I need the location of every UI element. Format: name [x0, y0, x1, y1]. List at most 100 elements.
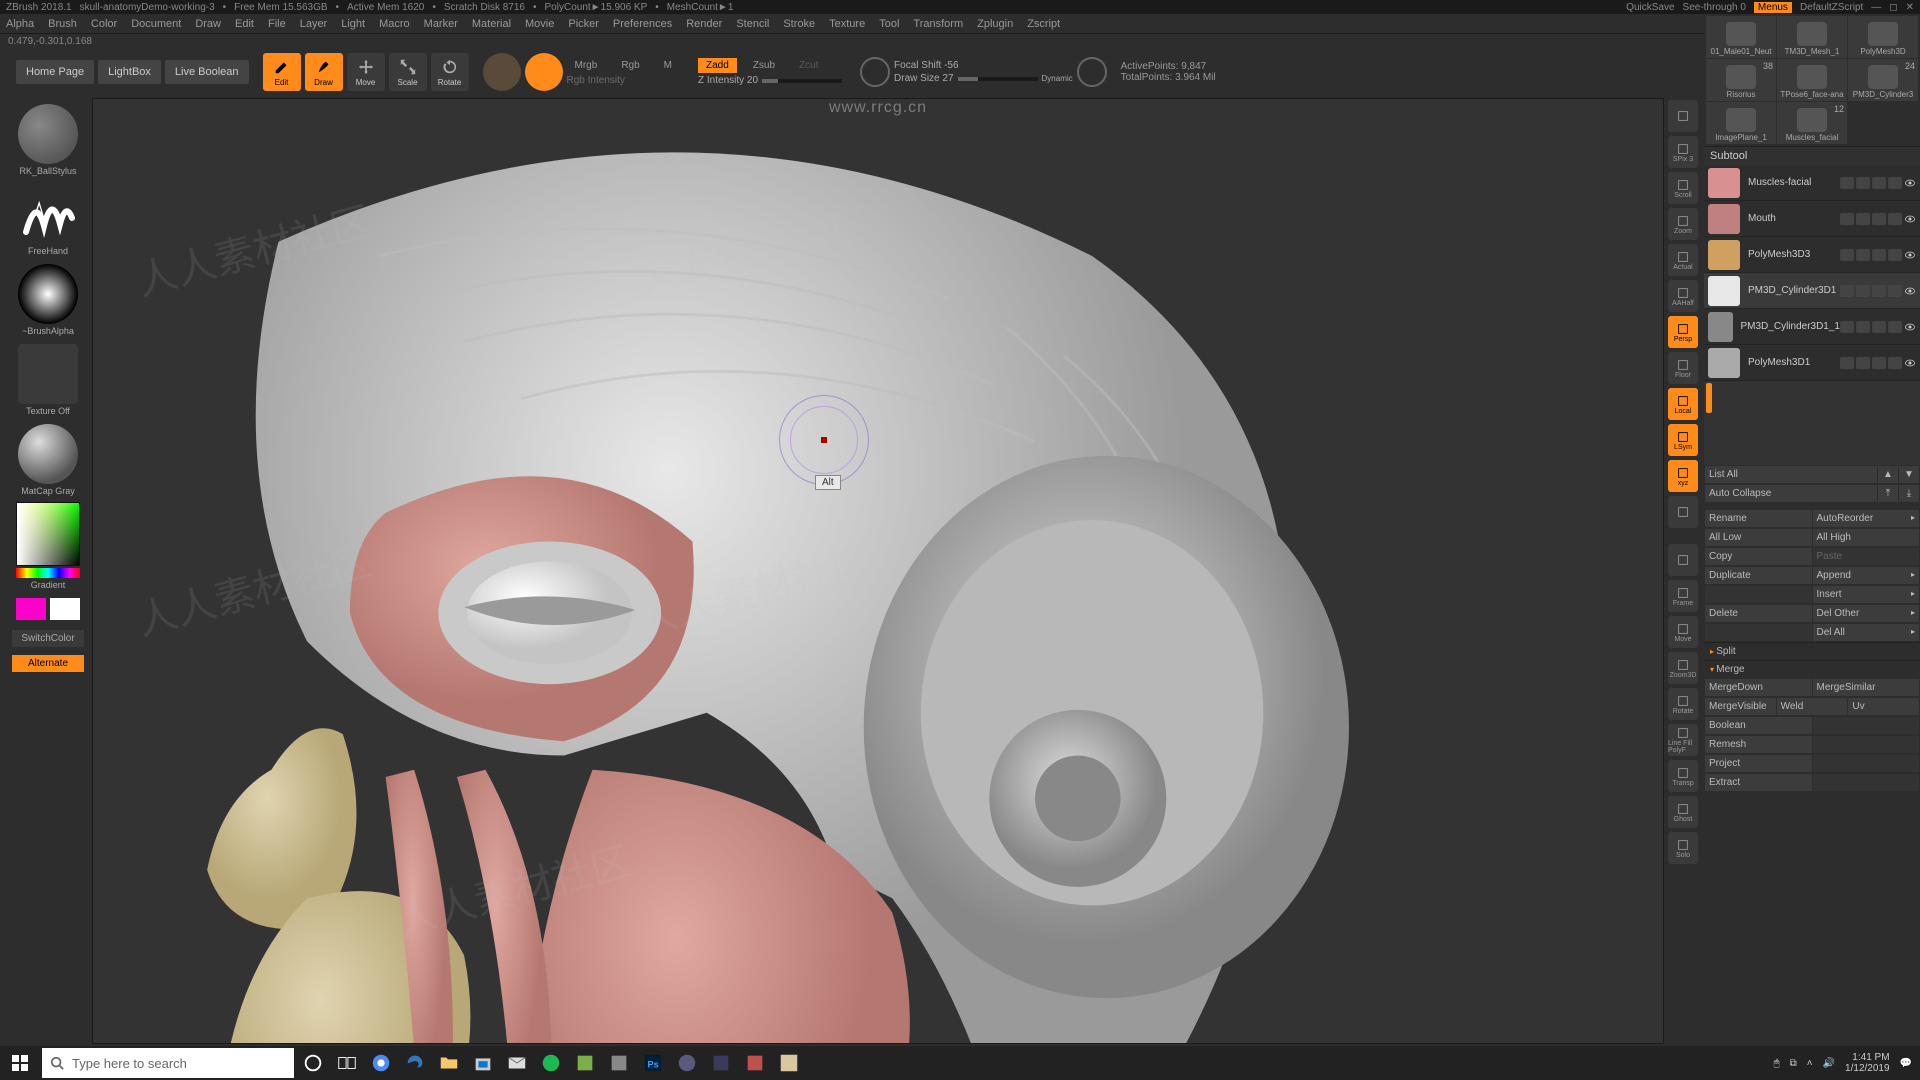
zsub-toggle[interactable]: Zsub	[745, 58, 783, 73]
focal-dial[interactable]	[860, 57, 890, 87]
rgb-toggle[interactable]: Rgb	[613, 58, 647, 73]
taskbar-app3-icon[interactable]	[670, 1046, 704, 1080]
focal-shift-label[interactable]: Focal Shift -56	[894, 60, 1073, 71]
taskbar-spotify-icon[interactable]	[534, 1046, 568, 1080]
mode-draw[interactable]: Draw	[305, 53, 343, 91]
texture-slot[interactable]: Texture Off	[12, 340, 84, 416]
taskbar-app5-icon[interactable]	[738, 1046, 772, 1080]
taskbar-app1-icon[interactable]	[568, 1046, 602, 1080]
rt-btn-Rotate[interactable]: Rotate	[1668, 688, 1698, 720]
z-intensity-slider[interactable]	[762, 79, 842, 83]
material-preview[interactable]	[483, 53, 521, 91]
tray-clock[interactable]: 1:41 PM 1/12/2019	[1845, 1052, 1890, 1074]
panel-Del Other-button[interactable]: Del Other▸	[1813, 605, 1920, 622]
tab-lightbox[interactable]: LightBox	[98, 60, 161, 84]
menu-zscript[interactable]: Zscript	[1027, 18, 1060, 30]
taskbar-mail-icon[interactable]	[500, 1046, 534, 1080]
merge-section[interactable]: Merge	[1704, 660, 1920, 678]
taskview-icon[interactable]	[330, 1046, 364, 1080]
tray-volume-icon[interactable]: 🔊	[1823, 1058, 1835, 1069]
rt-btn-xyz[interactable]: xyz	[1668, 460, 1698, 492]
window-close-icon[interactable]: ✕	[1906, 2, 1914, 13]
taskbar-app2-icon[interactable]	[602, 1046, 636, 1080]
rt-btn-Transp[interactable]: Transp	[1668, 760, 1698, 792]
stroke-slot[interactable]: FreeHand	[12, 180, 84, 256]
rt-btn-Solo[interactable]: Solo	[1668, 832, 1698, 864]
menus-toggle[interactable]: Menus	[1754, 2, 1792, 13]
subtool-item[interactable]: PM3D_Cylinder3D1	[1704, 273, 1920, 309]
menu-draw[interactable]: Draw	[195, 18, 221, 30]
z-intensity-label[interactable]: Z Intensity 20	[698, 75, 758, 86]
material-preview-active[interactable]	[525, 53, 563, 91]
tool-thumb[interactable]: 12Muscles_facial	[1777, 102, 1847, 144]
alpha-slot[interactable]: ~BrushAlpha	[12, 260, 84, 336]
rt-btn-0[interactable]	[1668, 100, 1698, 132]
panel-Boolean-button[interactable]: Boolean	[1705, 717, 1812, 734]
panel-Del All-button[interactable]: Del All▸	[1813, 624, 1920, 641]
tray-network-icon[interactable]: ⧉	[1790, 1058, 1797, 1069]
menu-edit[interactable]: Edit	[235, 18, 254, 30]
menu-preferences[interactable]: Preferences	[613, 18, 672, 30]
rt-btn-Frame[interactable]: Frame	[1668, 580, 1698, 612]
m-toggle[interactable]: M	[656, 58, 680, 73]
panel-Copy-button[interactable]: Copy	[1705, 548, 1812, 565]
menu-material[interactable]: Material	[472, 18, 511, 30]
menu-stroke[interactable]: Stroke	[783, 18, 815, 30]
swatch-main[interactable]	[16, 598, 46, 620]
seethrough-slider[interactable]: See-through 0	[1683, 2, 1746, 13]
panel-Uv-button[interactable]: Uv	[1848, 698, 1919, 715]
size-dial[interactable]	[1077, 57, 1107, 87]
tool-thumb[interactable]: 24PM3D_Cylinder3	[1848, 59, 1918, 101]
rt-btn-Ghost[interactable]: Ghost	[1668, 796, 1698, 828]
panel-AutoReorder-button[interactable]: AutoReorder▸	[1813, 510, 1920, 527]
menu-layer[interactable]: Layer	[300, 18, 328, 30]
taskbar-photoshop-icon[interactable]: Ps	[636, 1046, 670, 1080]
rgb-intensity-label[interactable]: Rgb Intensity	[567, 75, 681, 86]
menu-stencil[interactable]: Stencil	[736, 18, 769, 30]
menu-brush[interactable]: Brush	[48, 18, 77, 30]
rt-btn-Actual[interactable]: Actual	[1668, 244, 1698, 276]
draw-size-slider[interactable]	[958, 77, 1038, 81]
menu-file[interactable]: File	[268, 18, 286, 30]
panel-Rename-button[interactable]: Rename	[1705, 510, 1812, 527]
panel-All Low-button[interactable]: All Low	[1705, 529, 1812, 546]
alternate-button[interactable]: Alternate	[12, 655, 84, 672]
menu-alpha[interactable]: Alpha	[6, 18, 34, 30]
subtool-scroll[interactable]	[1704, 381, 1920, 465]
rt-btn-Zoom3D[interactable]: Zoom3D	[1668, 652, 1698, 684]
panel-All High-button[interactable]: All High	[1813, 529, 1920, 546]
taskbar-explorer-icon[interactable]	[432, 1046, 466, 1080]
menu-marker[interactable]: Marker	[424, 18, 458, 30]
autocollapse-button[interactable]: Auto Collapse	[1705, 485, 1877, 502]
subtool-item[interactable]: Mouth	[1704, 201, 1920, 237]
zscript-label[interactable]: DefaultZScript	[1800, 2, 1863, 13]
subtool-item[interactable]: PM3D_Cylinder3D1_1	[1704, 309, 1920, 345]
mode-scale[interactable]: Scale	[389, 53, 427, 91]
swatch-secondary[interactable]	[50, 598, 80, 620]
menu-tool[interactable]: Tool	[879, 18, 899, 30]
menu-render[interactable]: Render	[686, 18, 722, 30]
panel-Remesh-button[interactable]: Remesh	[1705, 736, 1812, 753]
taskbar-zbrush-icon[interactable]	[772, 1046, 806, 1080]
rt-btn-Persp[interactable]: Persp	[1668, 316, 1698, 348]
brush-slot[interactable]: RK_BallStylus	[12, 100, 84, 176]
viewport[interactable]: www.rrcg.cn 人人素材社区 人人素材社区 人人素材社区 人人素材社区 …	[92, 98, 1664, 1044]
window-min-icon[interactable]: —	[1871, 2, 1881, 13]
rt-btn-Move[interactable]: Move	[1668, 616, 1698, 648]
panel-MergeSimilar-button[interactable]: MergeSimilar	[1813, 679, 1920, 696]
cortana-icon[interactable]	[296, 1046, 330, 1080]
menu-color[interactable]: Color	[91, 18, 117, 30]
menu-light[interactable]: Light	[341, 18, 365, 30]
panel-Duplicate-button[interactable]: Duplicate	[1705, 567, 1812, 584]
panel-Paste-button[interactable]: Paste	[1813, 548, 1920, 565]
draw-size-label[interactable]: Draw Size 27	[894, 73, 953, 84]
panel-Insert-button[interactable]: Insert▸	[1813, 586, 1920, 603]
rt-btn-Local[interactable]: Local	[1668, 388, 1698, 420]
tool-thumb[interactable]: TM3D_Mesh_1	[1777, 16, 1847, 58]
mode-move[interactable]: Move	[347, 53, 385, 91]
tool-thumb[interactable]: TPose6_face-ana	[1777, 59, 1847, 101]
menu-zplugin[interactable]: Zplugin	[977, 18, 1013, 30]
menu-texture[interactable]: Texture	[829, 18, 865, 30]
rt-btn-Floor[interactable]: Floor	[1668, 352, 1698, 384]
zcut-toggle[interactable]: Zcut	[791, 58, 826, 73]
